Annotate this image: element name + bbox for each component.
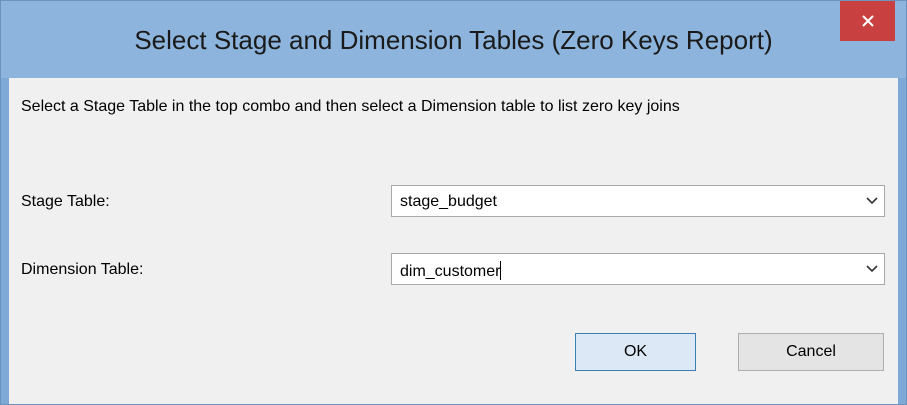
dialog-body: Select a Stage Table in the top combo an… bbox=[9, 78, 898, 404]
stage-table-combo[interactable]: stage_budget bbox=[391, 185, 885, 217]
dialog-window: Select Stage and Dimension Tables (Zero … bbox=[0, 0, 907, 405]
close-icon bbox=[861, 15, 874, 27]
dimension-table-label: Dimension Table: bbox=[21, 261, 144, 278]
stage-table-value: stage_budget bbox=[400, 193, 497, 210]
chevron-down-icon[interactable] bbox=[866, 265, 878, 273]
dialog-title: Select Stage and Dimension Tables (Zero … bbox=[134, 25, 773, 55]
ok-button[interactable]: OK bbox=[575, 333, 696, 371]
dimension-table-combo[interactable]: dim_customer bbox=[391, 253, 885, 285]
text-cursor bbox=[500, 261, 502, 280]
instructions-text: Select a Stage Table in the top combo an… bbox=[21, 98, 680, 115]
dimension-table-text: dim_customer bbox=[400, 263, 501, 280]
close-button[interactable] bbox=[840, 1, 895, 41]
cancel-button[interactable]: Cancel bbox=[738, 333, 884, 371]
dimension-table-value[interactable]: dim_customer bbox=[400, 261, 502, 281]
chevron-down-icon[interactable] bbox=[866, 197, 878, 205]
stage-table-label: Stage Table: bbox=[21, 193, 110, 210]
title-bar[interactable]: Select Stage and Dimension Tables (Zero … bbox=[1, 1, 906, 78]
